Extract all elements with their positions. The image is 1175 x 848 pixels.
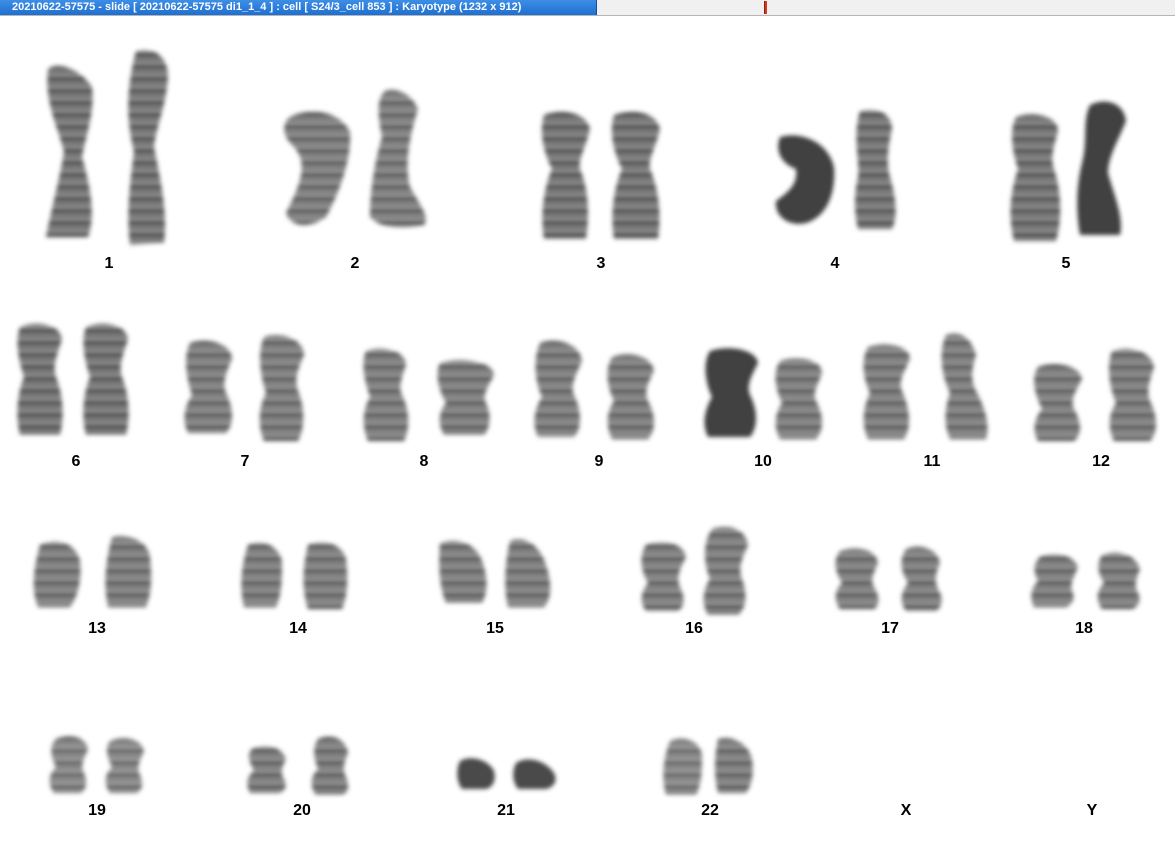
label-chromosome-17: 17	[881, 620, 899, 637]
chromosome-7[interactable]	[184, 335, 304, 441]
label-chromosome-2: 2	[350, 255, 360, 272]
label-chromosome-8: 8	[419, 453, 429, 470]
label-chromosome-13: 13	[88, 620, 106, 637]
chromosome-18[interactable]	[1031, 552, 1140, 609]
chromosome-9[interactable]	[534, 340, 654, 439]
label-chromosome-y: Y	[1086, 802, 1098, 819]
chromosome-1[interactable]	[46, 49, 168, 245]
chromosome-15[interactable]	[439, 539, 551, 607]
resize-marker[interactable]	[764, 1, 767, 14]
window-titlebar[interactable]: 20210622-57575 - slide [ 20210622-57575 …	[0, 0, 1175, 16]
label-chromosome-3: 3	[596, 255, 606, 272]
chromosome-4[interactable]	[775, 109, 896, 229]
chromosome-16[interactable]	[641, 526, 748, 615]
label-chromosome-21: 21	[497, 802, 515, 819]
karyotype-panel: 1 2 3 4 5 6 7 8 9 10 11 12 13 14 15 16 1…	[0, 17, 1175, 848]
label-chromosome-20: 20	[293, 802, 311, 819]
label-chromosome-11: 11	[923, 453, 941, 470]
chromosome-6[interactable]	[17, 323, 129, 435]
chromosome-5[interactable]	[1010, 101, 1126, 241]
label-chromosome-18: 18	[1075, 620, 1093, 637]
chromosome-11[interactable]	[863, 333, 988, 439]
label-chromosome-19: 19	[88, 802, 106, 819]
chromosome-17[interactable]	[835, 546, 942, 611]
label-chromosome-22: 22	[701, 802, 719, 819]
chromosome-22[interactable]	[663, 737, 753, 795]
chromosome-21[interactable]	[457, 758, 556, 789]
chromosome-2[interactable]	[284, 89, 426, 228]
label-chromosome-14: 14	[289, 620, 307, 637]
label-chromosome-16: 16	[685, 620, 703, 637]
chromosome-14[interactable]	[241, 542, 348, 609]
chromosome-3[interactable]	[541, 111, 660, 239]
label-chromosome-6: 6	[71, 453, 81, 470]
karyotype-image	[17, 49, 1156, 795]
chromosome-19[interactable]	[49, 736, 144, 793]
label-chromosome-15: 15	[486, 620, 504, 637]
label-chromosome-x: X	[900, 802, 912, 819]
label-chromosome-5: 5	[1061, 255, 1071, 272]
label-chromosome-10: 10	[754, 453, 772, 470]
label-chromosome-9: 9	[594, 453, 604, 470]
window-title: 20210622-57575 - slide [ 20210622-57575 …	[0, 0, 597, 15]
chromosome-13[interactable]	[33, 535, 152, 607]
chromosome-20[interactable]	[247, 736, 349, 795]
label-chromosome-4: 4	[830, 255, 840, 272]
chromosome-10[interactable]	[704, 348, 822, 439]
label-chromosome-12: 12	[1092, 453, 1110, 470]
chromosome-12[interactable]	[1034, 348, 1156, 441]
chromosome-8[interactable]	[363, 348, 494, 441]
label-chromosome-1: 1	[104, 255, 114, 272]
label-chromosome-7: 7	[240, 453, 250, 470]
